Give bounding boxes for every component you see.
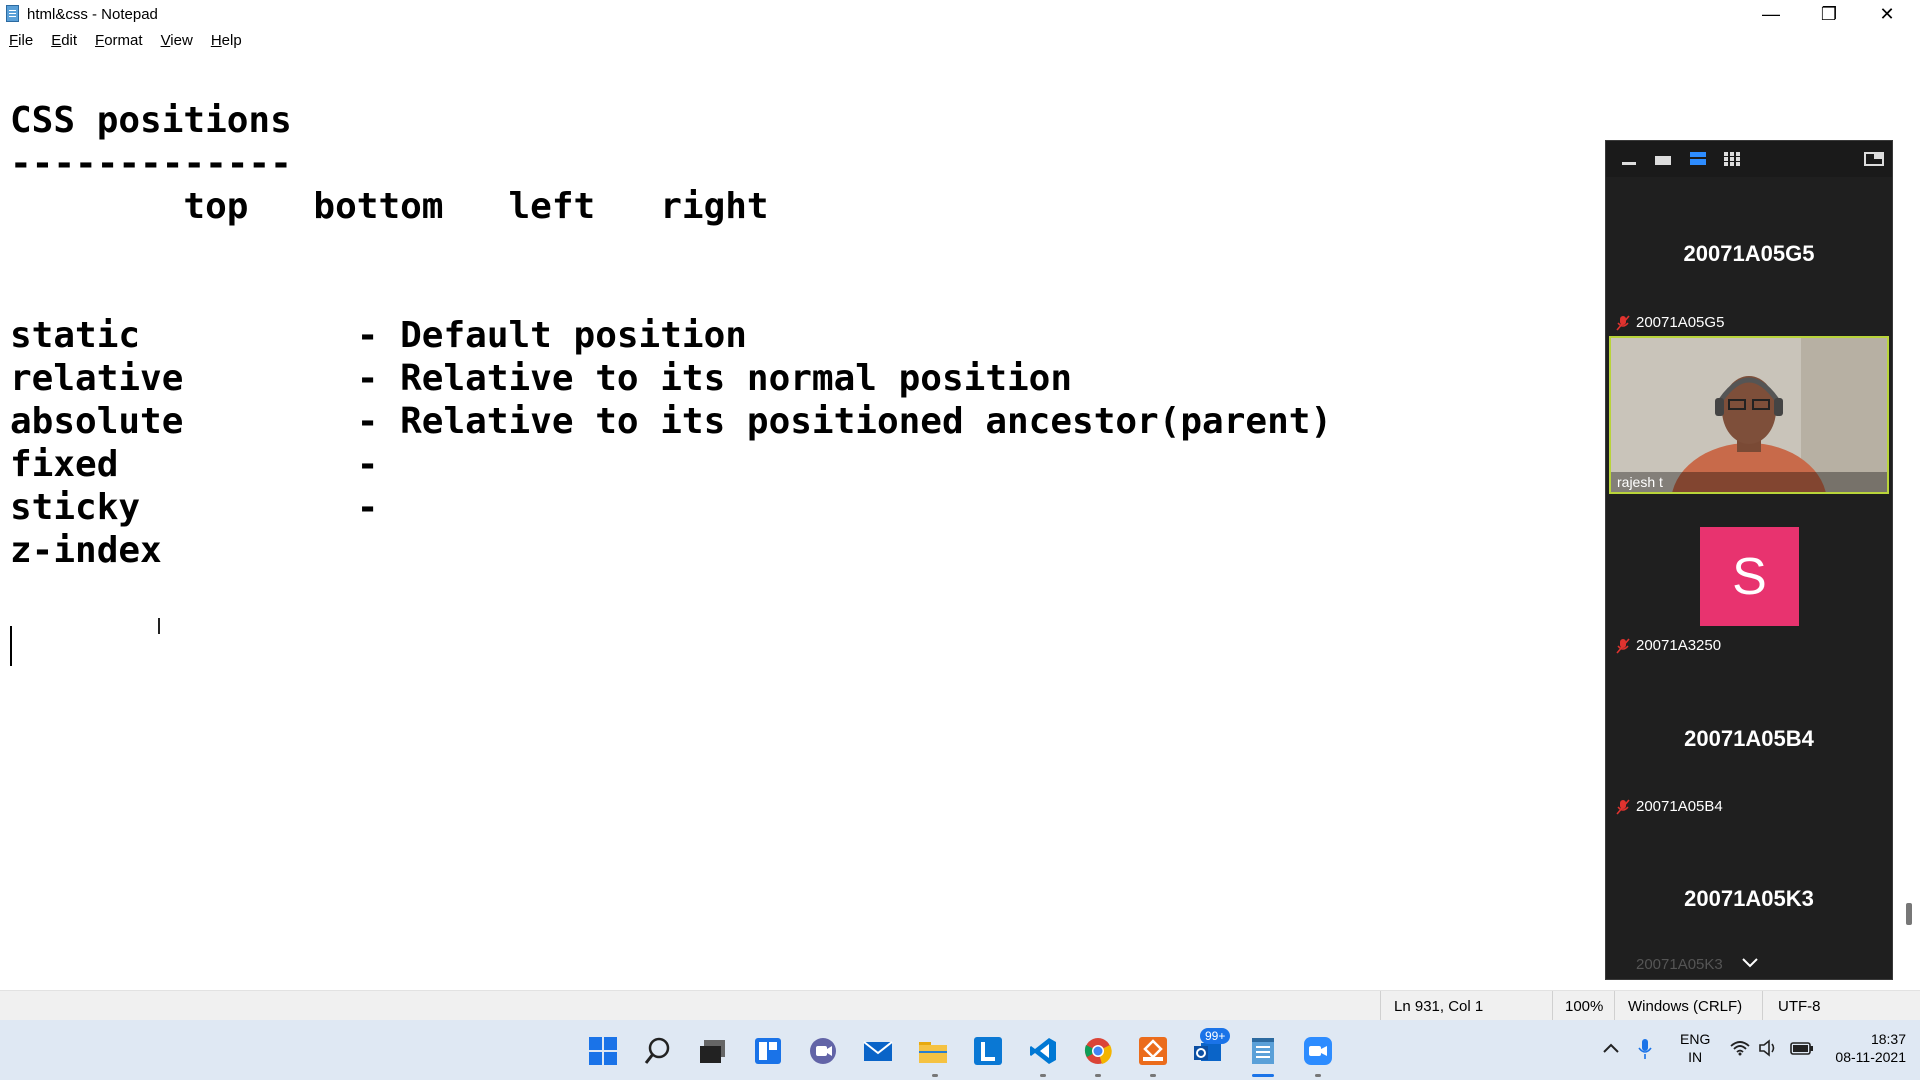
close-button[interactable]: ✕	[1858, 0, 1916, 29]
running-indicator	[1315, 1074, 1321, 1077]
notepad-taskbar-icon[interactable]	[1248, 1036, 1278, 1066]
ms-office-icon[interactable]	[1138, 1036, 1168, 1066]
participant-name: 20071A05K3	[1684, 886, 1814, 911]
encoding: UTF-8	[1778, 998, 1821, 1015]
menu-bar: File Edit Format View Help	[0, 29, 251, 53]
cursor-position: Ln 931, Col 1	[1394, 998, 1484, 1015]
running-indicator	[1150, 1074, 1156, 1077]
status-divider	[1380, 991, 1381, 1021]
editor-line: absolute - Relative to its positioned an…	[10, 401, 1333, 442]
search-icon[interactable]	[643, 1036, 673, 1066]
gallery-view-icon[interactable]	[1723, 151, 1741, 167]
participant-name: 20071A05G5	[1683, 241, 1815, 266]
exit-minimized-icon[interactable]	[1864, 151, 1884, 167]
notification-badge: 99+	[1200, 1028, 1231, 1044]
muted-mic-icon	[1616, 315, 1630, 331]
participant-label: 20071A05G5	[1636, 314, 1725, 331]
muted-mic-icon	[1616, 799, 1630, 815]
participant-label: 20071A3250	[1636, 637, 1722, 654]
thumbnail-view-icon[interactable]	[1654, 151, 1672, 167]
participant-label: 20071A05K3	[1636, 956, 1723, 973]
file-explorer-icon[interactable]	[918, 1036, 948, 1066]
teams-chat-icon[interactable]	[808, 1036, 838, 1066]
menu-help[interactable]: Help	[202, 29, 251, 53]
minimize-icon: —	[1762, 4, 1780, 24]
mail-icon[interactable]	[863, 1036, 893, 1066]
learn-app-icon[interactable]	[973, 1036, 1003, 1066]
wifi-icon[interactable]	[1730, 1040, 1750, 1056]
zoom-app-icon[interactable]	[1303, 1036, 1333, 1066]
status-divider	[1762, 991, 1763, 1021]
window-title: html&css - Notepad	[27, 6, 158, 23]
zoom-panel-toolbar	[1606, 141, 1892, 177]
menu-file[interactable]: File	[0, 29, 42, 53]
task-view-icon[interactable]	[698, 1036, 728, 1066]
speaker-view-icon[interactable]	[1689, 151, 1707, 167]
zoom-video-panel: 20071A05G5 20071A05G5 rajesh t S 20071A3…	[1605, 140, 1893, 980]
editor-line: relative - Relative to its normal positi…	[10, 358, 1073, 399]
editor-line: sticky -	[10, 487, 379, 528]
editor-line: top bottom left right	[10, 186, 769, 227]
windows-start-icon[interactable]	[588, 1036, 618, 1066]
participant-label: 20071A05B4	[1636, 798, 1723, 815]
status-divider	[1614, 991, 1615, 1021]
minimize-button[interactable]: —	[1742, 0, 1800, 29]
line-ending: Windows (CRLF)	[1628, 998, 1743, 1015]
volume-icon[interactable]	[1758, 1039, 1778, 1057]
input-language[interactable]: ENG IN	[1680, 1030, 1710, 1066]
text-caret	[10, 626, 12, 666]
battery-icon[interactable]	[1790, 1040, 1814, 1056]
status-divider	[1552, 991, 1553, 1021]
status-bar: Ln 931, Col 1 100% Windows (CRLF) UTF-8	[0, 990, 1920, 1021]
microphone-icon[interactable]	[1638, 1038, 1652, 1060]
editor-line: fixed -	[10, 444, 379, 485]
participant-label: rajesh t	[1617, 474, 1663, 490]
title-bar: html&css - Notepad — ❐ ✕	[0, 0, 1920, 29]
participant-video[interactable]: rajesh t	[1609, 336, 1889, 494]
minimize-panel-icon[interactable]	[1620, 151, 1638, 167]
menu-view[interactable]: View	[152, 29, 202, 53]
muted-mic-icon	[1616, 638, 1630, 654]
chevron-up-icon[interactable]	[1602, 1042, 1620, 1054]
taskbar: 99+ ENG IN 18:37 08-11-2021	[0, 1020, 1920, 1080]
maximize-button[interactable]: ❐	[1800, 0, 1858, 29]
editor-line: -------------	[10, 143, 292, 184]
editor-line: static - Default position	[10, 315, 747, 356]
active-app-indicator	[1252, 1074, 1274, 1077]
video-person-image	[1611, 338, 1887, 492]
chrome-icon[interactable]	[1083, 1036, 1113, 1066]
notepad-app-icon	[6, 5, 19, 22]
participant-name: 20071A05B4	[1684, 726, 1814, 751]
widgets-icon[interactable]	[753, 1036, 783, 1066]
editor-line: z-index	[10, 530, 162, 571]
participant-avatar: S	[1700, 527, 1799, 626]
chevron-down-icon[interactable]	[1741, 957, 1759, 969]
clock[interactable]: 18:37 08-11-2021	[1830, 1030, 1906, 1066]
vscode-icon[interactable]	[1028, 1036, 1058, 1066]
close-icon: ✕	[1879, 4, 1895, 24]
running-indicator	[1040, 1074, 1046, 1077]
running-indicator	[932, 1074, 938, 1077]
vertical-scrollbar-thumb[interactable]	[1906, 903, 1912, 925]
running-indicator	[1095, 1074, 1101, 1077]
restore-icon: ❐	[1820, 4, 1838, 24]
menu-edit[interactable]: Edit	[42, 29, 86, 53]
mouse-ibeam-cursor	[158, 618, 160, 634]
zoom-level: 100%	[1565, 998, 1604, 1015]
editor-line: CSS positions	[10, 100, 292, 141]
menu-format[interactable]: Format	[86, 29, 152, 53]
